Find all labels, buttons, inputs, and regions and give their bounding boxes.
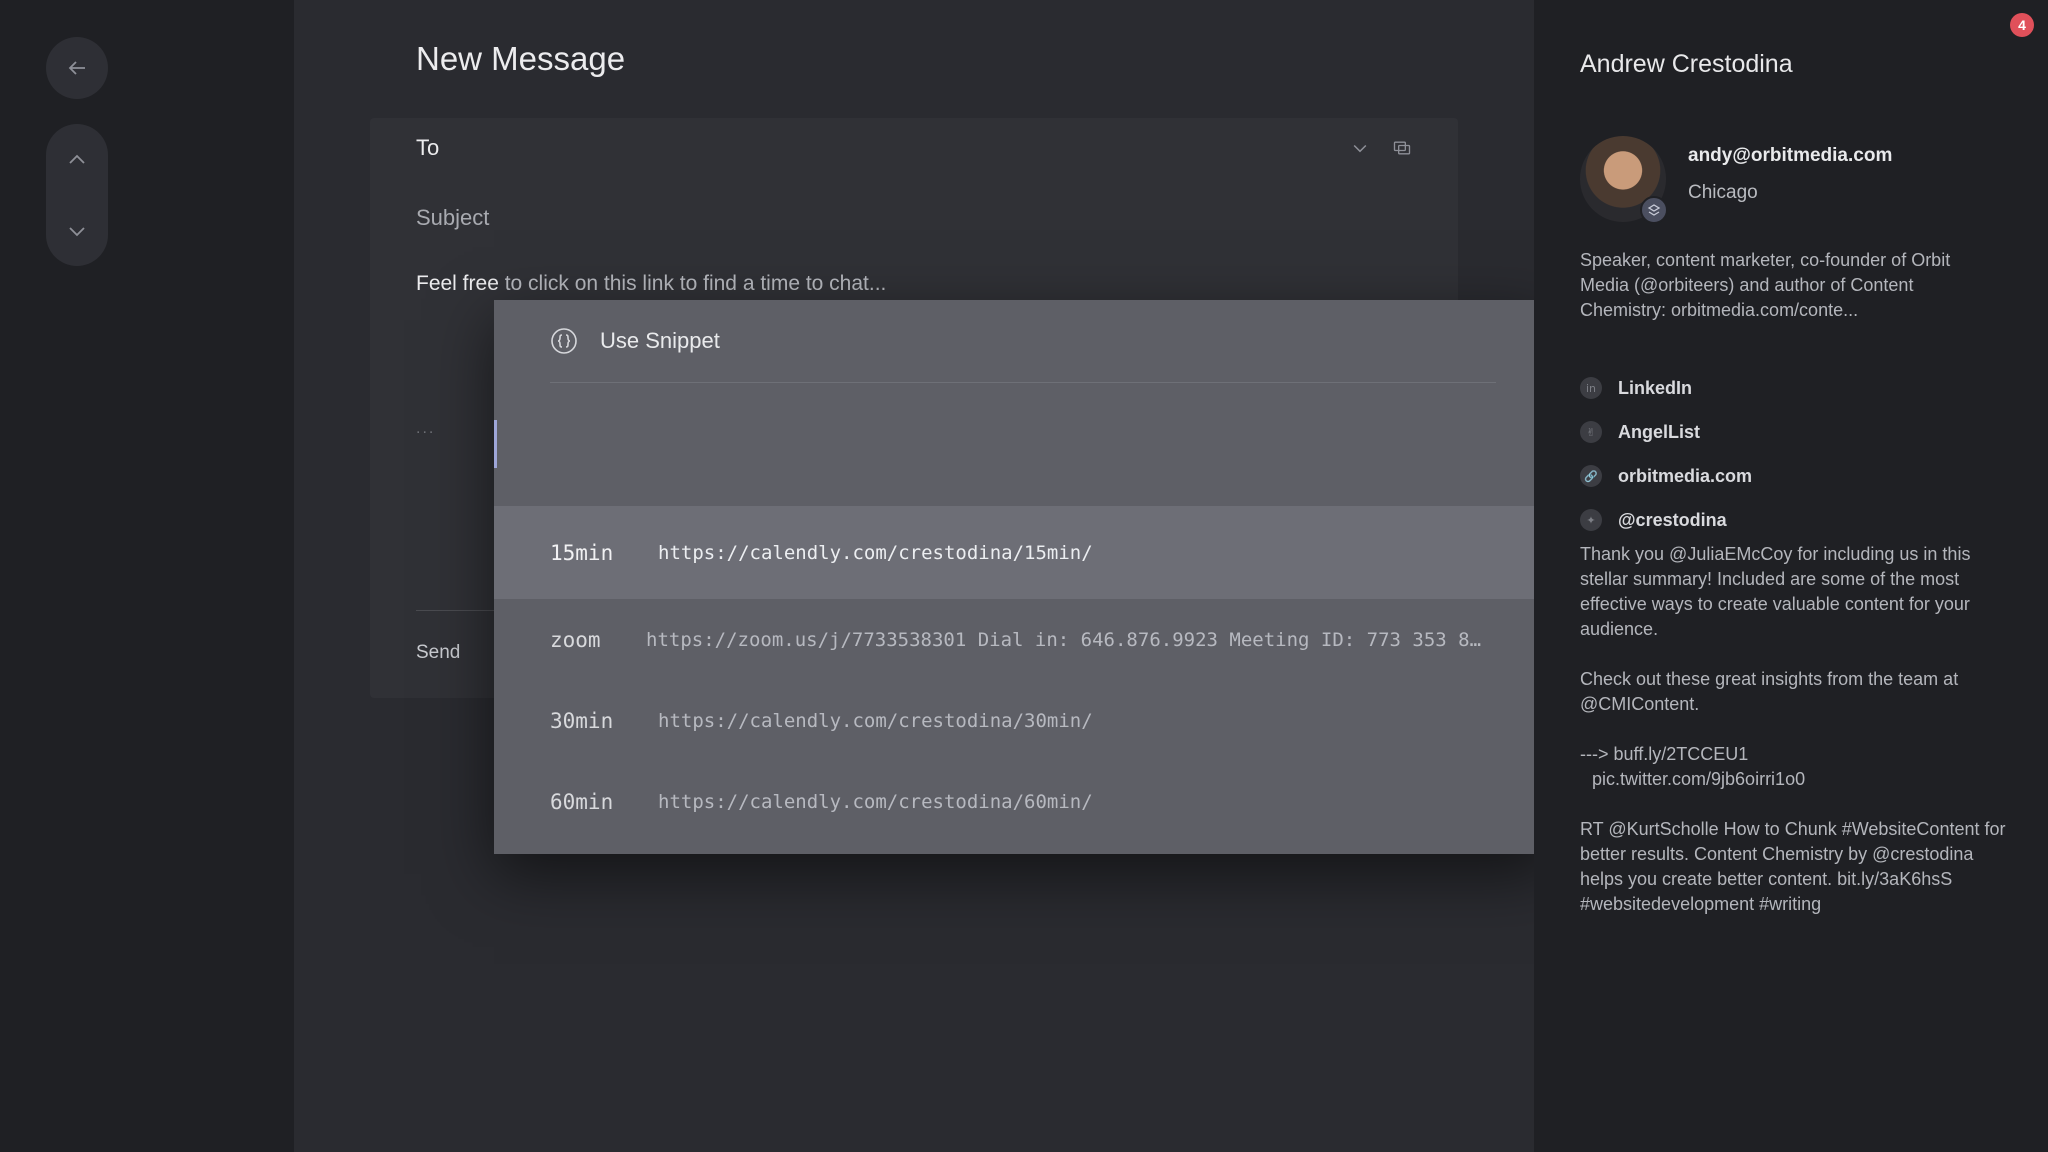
contact-city: Chicago (1688, 182, 1758, 203)
contact-email[interactable]: andy@orbitmedia.com (1688, 145, 1892, 167)
link-twitter[interactable]: ✦ @crestodina (1580, 498, 1752, 542)
chevron-down-icon[interactable] (1350, 138, 1370, 158)
link-website[interactable]: 🔗 orbitmedia.com (1580, 454, 1752, 498)
link-label: AngelList (1618, 421, 1701, 442)
snippet-key: 15min (550, 540, 614, 565)
snippet-item[interactable]: zoom https://zoom.us/j/7733538301 Dial i… (494, 599, 1552, 680)
snippet-value: https://calendly.com/crestodina/30min/ (658, 709, 1093, 732)
link-linkedin[interactable]: in LinkedIn (1580, 366, 1752, 410)
to-field[interactable]: To (416, 135, 439, 161)
angellist-icon: ✌ (1580, 421, 1602, 443)
snippet-list: 15min https://calendly.com/crestodina/15… (494, 506, 1552, 842)
message-body[interactable]: Feel free to click on this link to find … (416, 272, 886, 296)
snippet-value: https://calendly.com/crestodina/60min/ (658, 790, 1093, 813)
recent-tweets: Thank you @JuliaEMcCoy for including us … (1580, 542, 2010, 942)
link-label: @crestodina (1618, 509, 1727, 530)
more-options[interactable]: ... (416, 420, 435, 438)
tweet-line: ---> buff.ly/2TCCEU1 (1580, 744, 1749, 764)
twitter-icon: ✦ (1580, 509, 1602, 531)
snippet-value: https://zoom.us/j/7733538301 Dial in: 64… (646, 628, 1486, 651)
link-label: LinkedIn (1618, 377, 1693, 398)
avatar-badge-icon (1640, 196, 1668, 224)
snippet-key: 30min (550, 708, 614, 733)
link-label: orbitmedia.com (1618, 465, 1753, 486)
link-angellist[interactable]: ✌ AngelList (1580, 410, 1752, 454)
left-nav (0, 0, 294, 1152)
snippet-item[interactable]: 60min https://calendly.com/crestodina/60… (494, 761, 1552, 842)
arrow-left-icon (68, 61, 85, 75)
contact-bio: Speaker, content marketer, co-founder of… (1580, 250, 1951, 320)
snippet-item[interactable]: 15min https://calendly.com/crestodina/15… (494, 506, 1552, 599)
snippet-item[interactable]: 30min https://calendly.com/crestodina/30… (494, 680, 1552, 761)
snippet-value: https://calendly.com/crestodina/15min/ (658, 541, 1093, 564)
chevron-down-icon[interactable] (65, 219, 89, 243)
to-field-actions (1350, 138, 1412, 158)
body-text-strong: Feel free (416, 272, 499, 295)
back-button[interactable] (46, 37, 108, 99)
tweet: Thank you @JuliaEMcCoy for including us … (1580, 544, 1971, 639)
snippet-menu: Use Snippet 15min https://calendly.com/c… (494, 300, 1552, 854)
text-cursor (494, 420, 497, 468)
contact-name: Andrew Crestodina (1580, 50, 1793, 78)
snippet-key: zoom (550, 627, 601, 652)
link-icon: 🔗 (1580, 465, 1602, 487)
notification-badge[interactable]: 4 (2010, 13, 2034, 37)
snippet-menu-title: Use Snippet (600, 328, 720, 353)
snippet-key: 60min (550, 789, 614, 814)
copy-icon[interactable] (1392, 138, 1412, 158)
snippet-braces-icon (551, 328, 577, 354)
snippet-menu-header: Use Snippet (550, 300, 1496, 383)
tweet: Check out these great insights from the … (1580, 669, 1959, 714)
linkedin-icon: in (1580, 377, 1602, 399)
subject-field[interactable]: Subject (416, 205, 489, 231)
chevron-up-icon[interactable] (65, 148, 89, 172)
page-title: New Message (416, 40, 626, 77)
send-button[interactable]: Send (416, 642, 460, 664)
prev-next-control (46, 124, 108, 266)
tweet-line: pic.twitter.com/9jb6oirri1o0 (1592, 769, 1806, 789)
tweet: RT @KurtScholle How to Chunk #WebsiteCon… (1580, 819, 2006, 914)
body-text-rest: to click on this link to find a time to … (498, 272, 887, 295)
contact-links: in LinkedIn ✌ AngelList 🔗 orbitmedia.com… (1580, 366, 1752, 542)
